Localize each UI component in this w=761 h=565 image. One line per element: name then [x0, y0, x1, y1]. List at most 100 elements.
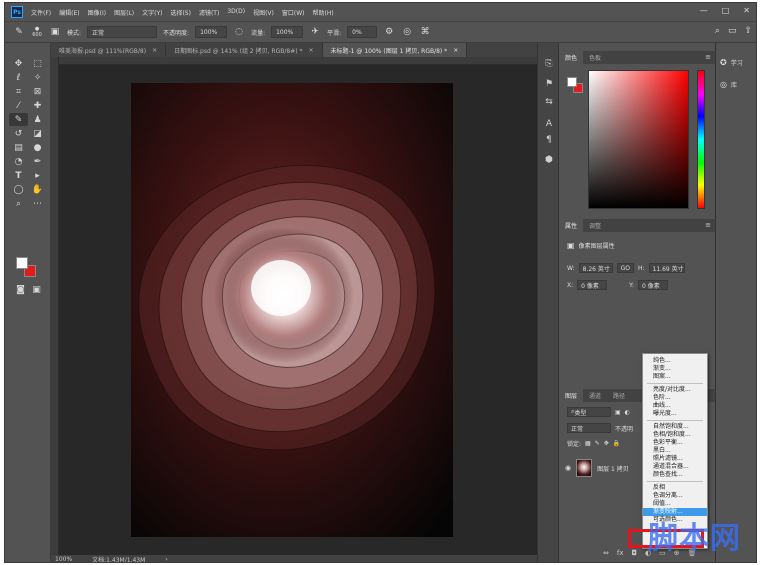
menu-help[interactable]: 帮助(H) — [313, 8, 334, 17]
close-button[interactable]: ✕ — [743, 6, 750, 15]
menu-item-solid-color[interactable]: 纯色... — [643, 357, 707, 365]
filter-adjust-icon[interactable]: ◐ — [625, 409, 630, 416]
color-picker-field[interactable] — [588, 70, 689, 209]
opacity-input[interactable]: 100% — [195, 26, 228, 38]
artboard-image[interactable] — [131, 83, 453, 537]
visibility-eye-icon[interactable]: ◉ — [565, 464, 571, 472]
close-tab-icon[interactable]: × — [152, 47, 157, 54]
add-mask-icon[interactable]: ◘ — [631, 549, 637, 557]
tab-color[interactable]: 颜色 — [559, 51, 584, 64]
lasso-tool-icon[interactable]: ℓ — [9, 71, 28, 84]
lock-pixels-icon[interactable]: ▦ — [585, 440, 591, 447]
link-dimensions-button[interactable]: GO — [616, 263, 634, 273]
flow-input[interactable]: 100% — [271, 26, 304, 38]
healing-tool-icon[interactable]: ✚ — [28, 99, 47, 112]
tab-channels[interactable]: 通道 — [583, 389, 607, 402]
blend-mode-select[interactable]: 正常 — [567, 423, 611, 433]
foreground-color-swatch[interactable] — [16, 257, 28, 269]
doc-tab-1[interactable]: 唯美海报.psd @ 111%(RGB/8) × — [51, 43, 167, 57]
status-arrow-icon[interactable]: › — [165, 556, 167, 562]
width-field[interactable]: 8.26 英寸 — [578, 263, 613, 273]
more-tools-icon[interactable]: ⋯ — [28, 197, 47, 210]
3d-icon[interactable]: ⬢ — [542, 153, 556, 167]
magic-wand-tool-icon[interactable]: ✧ — [28, 71, 47, 84]
adjustments-icon[interactable]: ⇆ — [542, 95, 556, 109]
menu-item-hue-saturation[interactable]: 色相/饱和度... — [643, 431, 707, 439]
menu-item-brightness-contrast[interactable]: 亮度/对比度... — [643, 386, 707, 394]
menu-file[interactable]: 文件(F) — [31, 8, 51, 17]
smoothing-settings-icon[interactable]: ⚙ — [383, 26, 395, 38]
link-layers-icon[interactable]: ⇔ — [603, 549, 609, 557]
search-icon[interactable]: ⌕ — [715, 26, 720, 36]
menu-item-threshold[interactable]: 阈值... — [643, 500, 707, 508]
close-tab-icon[interactable]: × — [453, 47, 458, 54]
history-icon[interactable]: ⎘ — [542, 57, 556, 71]
doc-tab-2[interactable]: 日期图标.psd @ 141% (组 2 拷贝, RGB/8#) * × — [166, 43, 323, 57]
hand-tool-icon[interactable]: ✋ — [28, 183, 47, 196]
menu-item-exposure[interactable]: 曝光度... — [643, 410, 707, 418]
tab-layers[interactable]: 图层 — [559, 389, 584, 402]
vertical-ruler[interactable] — [51, 57, 59, 555]
eyedropper-tool-icon[interactable]: ⁄ — [9, 99, 28, 112]
stamp-tool-icon[interactable]: ♟ — [28, 113, 47, 126]
workspace-icon[interactable]: ▭ — [728, 26, 737, 36]
tab-swatches[interactable]: 色板 — [583, 51, 607, 64]
menu-edit[interactable]: 编辑(E) — [59, 8, 79, 17]
menu-item-color-balance[interactable]: 色彩平衡... — [643, 439, 707, 447]
paragraph-icon[interactable]: ¶ — [542, 133, 556, 147]
brush-tool-icon[interactable]: ✎ — [9, 113, 28, 126]
color-panel-menu-icon[interactable]: ≡ — [705, 53, 711, 61]
height-field[interactable]: 11.69 英寸 — [648, 263, 685, 273]
dodge-tool-icon[interactable]: ◔ — [9, 155, 28, 168]
menu-select[interactable]: 选择(S) — [170, 8, 191, 17]
doc-tab-3[interactable]: 未标题-1 @ 100% (图层 1 拷贝, RGB/8) * × — [322, 43, 468, 57]
frame-tool-icon[interactable]: ⊠ — [28, 85, 47, 98]
brush-tool-icon[interactable]: ✎ — [13, 26, 25, 38]
tab-adjustments[interactable]: 调整 — [583, 219, 607, 232]
menu-window[interactable]: 窗口(W) — [282, 8, 305, 17]
zoom-level[interactable]: 100% — [55, 556, 72, 562]
brush-preset-icon[interactable]: ● 600 — [31, 26, 43, 38]
airbrush-icon[interactable]: ✈ — [309, 26, 321, 38]
pen-tool-icon[interactable]: ✒ — [28, 155, 47, 168]
gradient-tool-icon[interactable]: ▤ — [9, 141, 28, 154]
move-tool-icon[interactable]: ✥ — [9, 57, 28, 70]
tab-properties[interactable]: 属性 — [559, 219, 584, 232]
menu-view[interactable]: 视图(V) — [253, 8, 274, 17]
history-brush-tool-icon[interactable]: ↺ — [9, 127, 28, 140]
menu-layer[interactable]: 图层(L) — [114, 8, 134, 17]
character-icon[interactable]: A — [542, 117, 556, 131]
screen-mode-icon[interactable]: ▣ — [27, 283, 46, 296]
lock-paint-icon[interactable]: ✎ — [595, 440, 600, 447]
menu-type[interactable]: 文字(Y) — [142, 8, 162, 17]
minimize-button[interactable]: — — [700, 6, 708, 15]
menu-item-posterize[interactable]: 色调分离... — [643, 492, 707, 500]
color-panel-foreground-swatch[interactable] — [567, 77, 577, 87]
menu-item-pattern[interactable]: 图案... — [643, 373, 707, 381]
layer-name[interactable]: 图层 1 拷贝 — [597, 464, 629, 473]
close-tab-icon[interactable]: × — [308, 47, 313, 54]
menu-item-black-white[interactable]: 黑白... — [643, 447, 707, 455]
smoothing-input[interactable]: 0% — [347, 26, 378, 38]
maximize-button[interactable]: □ — [722, 6, 730, 15]
hue-slider[interactable] — [697, 70, 705, 209]
mode-select[interactable]: 正常 — [87, 26, 158, 38]
type-tool-icon[interactable]: T — [9, 169, 28, 182]
zoom-tool-icon[interactable]: ⌕ — [9, 197, 28, 210]
menu-item-levels[interactable]: 色阶... — [643, 394, 707, 402]
menu-item-channel-mixer[interactable]: 通道混合器... — [643, 463, 707, 471]
eraser-tool-icon[interactable]: ◪ — [28, 127, 47, 140]
pressure-opacity-icon[interactable]: ◌ — [233, 26, 245, 38]
brush-settings-icon[interactable]: ▣ — [49, 26, 61, 38]
fx-icon[interactable]: fx — [617, 549, 624, 557]
actions-icon[interactable]: ⚑ — [542, 77, 556, 91]
lock-position-icon[interactable]: ✥ — [604, 440, 609, 447]
menu-filter[interactable]: 滤镜(T) — [199, 8, 219, 17]
shape-tool-icon[interactable]: ◯ — [9, 183, 28, 196]
path-select-tool-icon[interactable]: ▸ — [28, 169, 47, 182]
layer-filter-select[interactable]: ⌕ 类型 — [567, 407, 611, 417]
lock-all-icon[interactable]: 🔒 — [613, 440, 620, 447]
menu-3d[interactable]: 3D(D) — [227, 8, 245, 17]
menu-item-invert[interactable]: 反相 — [643, 484, 707, 492]
y-field[interactable]: 0 像素 — [638, 280, 669, 290]
